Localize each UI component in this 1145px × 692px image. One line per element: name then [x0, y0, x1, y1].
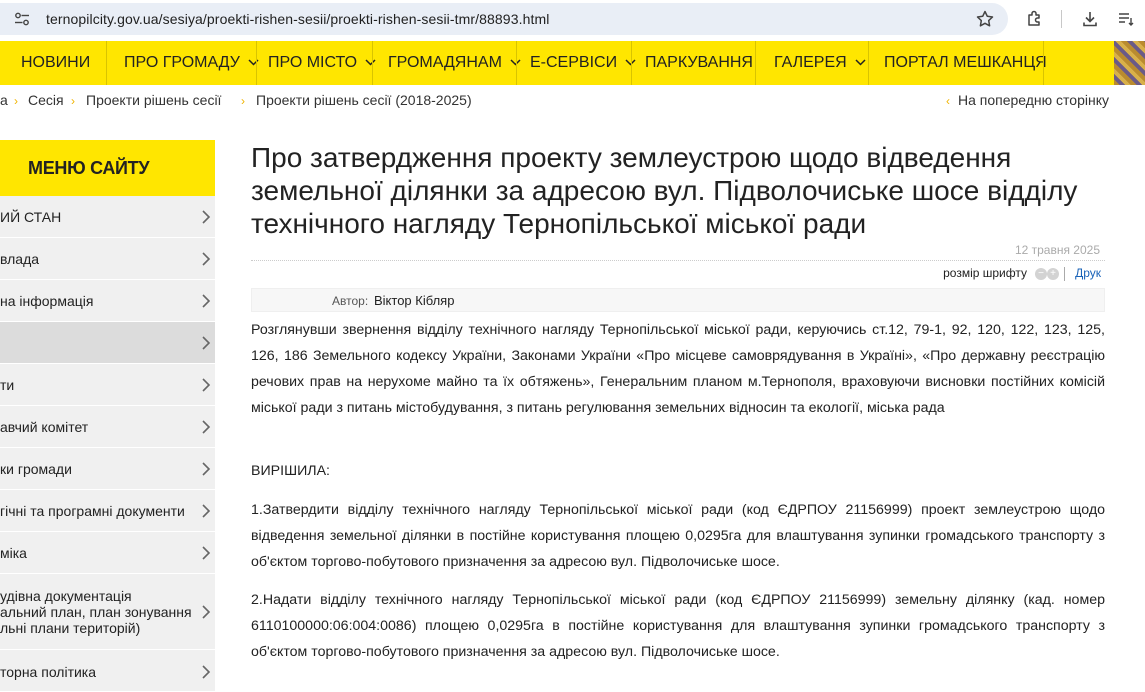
chevron-right-icon: ›	[241, 94, 245, 108]
sidebar-item-label: ки громади	[0, 461, 72, 477]
chevron-left-icon: ‹	[945, 94, 950, 108]
author-box: Автор: Віктор Кібляр	[251, 288, 1105, 312]
article-paragraph: 1.Затвердити відділу технічного нагляду …	[251, 502, 1105, 570]
back-link[interactable]: ‹ На попередню сторінку	[946, 92, 1109, 108]
main-nav: НОВИНИ ПРО ГРОМАДУ ПРО МІСТО ГРОМАДЯНАМ …	[0, 41, 1145, 85]
chevron-right-icon	[202, 665, 211, 679]
sidebar-heading-text: МЕНЮ САЙТУ	[28, 158, 150, 178]
article-paragraph: 2.Надати відділу технічного нагляду Терн…	[251, 592, 1105, 660]
sidebar-item[interactable]: авчий комітет	[0, 406, 215, 448]
nav-divider	[1043, 41, 1044, 85]
chevron-right-icon	[202, 210, 211, 224]
nav-item-citizens[interactable]: ГРОМАДЯНАМ	[388, 41, 521, 85]
nav-divider	[516, 41, 517, 85]
address-bar[interactable]: ternopilcity.gov.ua/sesiya/proekti-rishe…	[0, 3, 1008, 35]
sidebar-item-label: авчий комітет	[0, 419, 89, 435]
url-text[interactable]: ternopilcity.gov.ua/sesiya/proekti-rishe…	[46, 11, 549, 27]
sidebar-item-label: на інформація	[0, 293, 94, 309]
back-link-label[interactable]: На попередню сторінку	[958, 92, 1109, 108]
chevron-right-icon	[202, 420, 211, 434]
sidebar-item-active[interactable]	[0, 322, 215, 364]
nav-item-parking[interactable]: ПАРКУВАННЯ	[645, 41, 753, 85]
sidebar-item[interactable]: міка	[0, 532, 215, 574]
sidebar-item-label: гічні та програмні документи	[0, 503, 185, 519]
nav-divider	[631, 41, 632, 85]
sidebar-item[interactable]: торна політика	[0, 650, 215, 692]
sidebar-item-label: удівна документація	[0, 588, 132, 604]
author-label: Автор:	[332, 294, 369, 308]
sidebar-item-label: торна політика	[0, 664, 97, 680]
print-link[interactable]: Друк	[1075, 266, 1101, 280]
download-icon[interactable]	[1080, 9, 1100, 29]
nav-item-about-city[interactable]: ПРО МІСТО	[268, 41, 376, 85]
chevron-right-icon	[202, 462, 211, 476]
nav-divider	[372, 41, 373, 85]
bookmark-star-icon[interactable]	[975, 9, 995, 29]
chevron-down-icon	[248, 59, 259, 66]
sidebar-item[interactable]: гічні та програмні документи	[0, 490, 215, 532]
article-paragraph: Розглянувши звернення відділу технічного…	[251, 322, 1105, 416]
chevron-right-icon	[202, 252, 211, 266]
breadcrumb-draft-decisions[interactable]: Проекти рішень сесії	[86, 92, 221, 108]
chevron-right-icon	[202, 504, 211, 518]
sidebar-heading: МЕНЮ САЙТУ	[0, 140, 215, 196]
chevron-down-icon	[365, 59, 376, 66]
nav-item-about-community[interactable]: ПРО ГРОМАДУ	[124, 41, 259, 85]
chevron-right-icon: ›	[14, 94, 18, 108]
article-toolbar: розмір шрифту − + Друк	[251, 260, 1105, 284]
extensions-icon[interactable]	[1025, 9, 1045, 29]
chevron-right-icon	[202, 605, 211, 619]
article-title: Про затвердження проекту землеустрою щод…	[251, 142, 1078, 239]
nav-item-e-services[interactable]: Е-СЕРВІСИ	[530, 41, 636, 85]
toolbar-divider	[1064, 267, 1065, 281]
author-name: Віктор Кібляр	[374, 293, 455, 308]
sidebar-item[interactable]: ти	[0, 364, 215, 406]
sidebar-item[interactable]: ИЙ СТАН	[0, 196, 215, 238]
sidebar-item-label: влада	[0, 251, 40, 267]
chevron-right-icon: ›	[71, 94, 75, 108]
sidebar-item-label: міка	[0, 545, 27, 561]
nav-divider	[755, 41, 756, 85]
sidebar-item[interactable]: на інформація	[0, 280, 215, 322]
sidebar-item[interactable]: влада	[0, 238, 215, 280]
sidebar-item[interactable]: удівна документація альний план, план зо…	[0, 574, 215, 650]
sidebar-item-label: альний план, план зонування	[0, 604, 192, 620]
toolbar-divider	[1061, 10, 1062, 28]
nav-item-resident-portal[interactable]: ПОРТАЛ МЕШКАНЦЯ	[884, 41, 1047, 85]
chevron-right-icon	[202, 336, 211, 350]
font-decrease-icon[interactable]: −	[1035, 268, 1047, 280]
sidebar-menu: МЕНЮ САЙТУ ИЙ СТАН влада на інформація т…	[0, 140, 215, 692]
sidebar-item[interactable]: ки громади	[0, 448, 215, 490]
browser-toolbar: ternopilcity.gov.ua/sesiya/proekti-rishe…	[0, 0, 1145, 40]
sidebar-item-label: ти	[0, 377, 15, 393]
nav-divider	[106, 41, 107, 85]
chevron-down-icon	[855, 59, 866, 66]
breadcrumb: а › Сесія › Проекти рішень сесії › Проек…	[0, 85, 1145, 117]
menu-icon[interactable]	[1116, 9, 1136, 29]
chevron-right-icon	[202, 378, 211, 392]
nav-divider	[868, 41, 869, 85]
font-size-label: розмір шрифту	[943, 266, 1027, 280]
nav-divider	[256, 41, 257, 85]
sidebar-item-label: ИЙ СТАН	[0, 209, 62, 225]
article-resolution-heading: ВИРІШИЛА:	[251, 463, 330, 479]
nav-banner-image[interactable]	[1114, 41, 1145, 85]
chevron-right-icon	[202, 546, 211, 560]
nav-item-gallery[interactable]: ГАЛЕРЕЯ	[774, 41, 866, 85]
article-date: 12 травня 2025	[1014, 243, 1100, 257]
font-increase-icon[interactable]: +	[1047, 268, 1059, 280]
breadcrumb-home[interactable]: а	[0, 92, 8, 108]
chevron-right-icon	[202, 294, 211, 308]
nav-item-news[interactable]: НОВИНИ	[21, 41, 90, 85]
sidebar-item-label: льні плани територій)	[0, 620, 141, 636]
site-info-icon[interactable]	[14, 12, 30, 26]
breadcrumb-session[interactable]: Сесія	[28, 92, 64, 108]
breadcrumb-current: Проекти рішень сесії (2018-2025)	[256, 92, 472, 108]
